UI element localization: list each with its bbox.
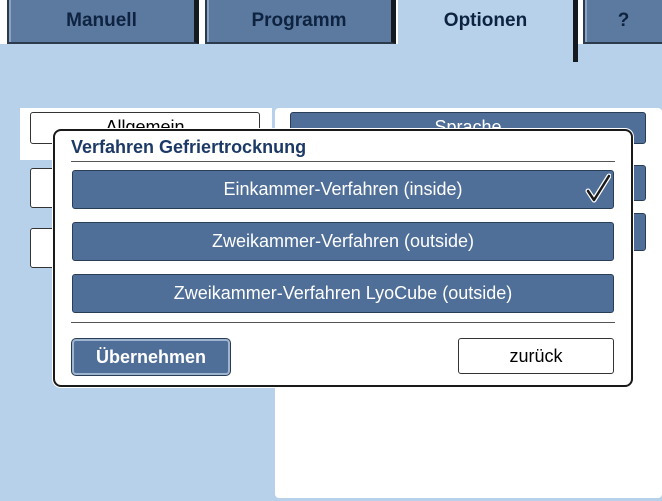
apply-button-label: Übernehmen	[95, 346, 207, 367]
tab-bar: Manuell Programm Optionen ?	[0, 0, 662, 62]
tab-programm[interactable]: Programm	[205, 0, 396, 44]
apply-button[interactable]: Übernehmen	[72, 339, 230, 375]
option-label: Zweikammer-Verfahren LyoCube (outside)	[173, 283, 513, 303]
verfahren-dialog: Verfahren Gefriertrocknung Einkammer-Ver…	[53, 129, 633, 387]
dialog-title: Verfahren Gefriertrocknung	[71, 137, 307, 157]
divider	[71, 161, 615, 162]
option-zweikammer[interactable]: Zweikammer-Verfahren (outside)	[72, 222, 614, 261]
tab-help[interactable]: ?	[583, 0, 662, 44]
option-zweikammer-lyocube[interactable]: Zweikammer-Verfahren LyoCube (outside)	[72, 274, 614, 313]
tab-manuell[interactable]: Manuell	[7, 0, 199, 44]
option-label: Zweikammer-Verfahren (outside)	[211, 231, 475, 251]
tab-bar-fill	[578, 44, 662, 60]
divider	[71, 322, 615, 323]
back-button-label: zurück	[509, 345, 563, 366]
tab-bar-fill	[0, 44, 398, 60]
option-einkammer[interactable]: Einkammer-Verfahren (inside)	[72, 170, 614, 209]
tab-optionen[interactable]: Optionen	[398, 0, 578, 62]
check-icon	[585, 173, 611, 203]
back-button[interactable]: zurück	[458, 338, 614, 374]
option-label: Einkammer-Verfahren (inside)	[223, 179, 463, 199]
